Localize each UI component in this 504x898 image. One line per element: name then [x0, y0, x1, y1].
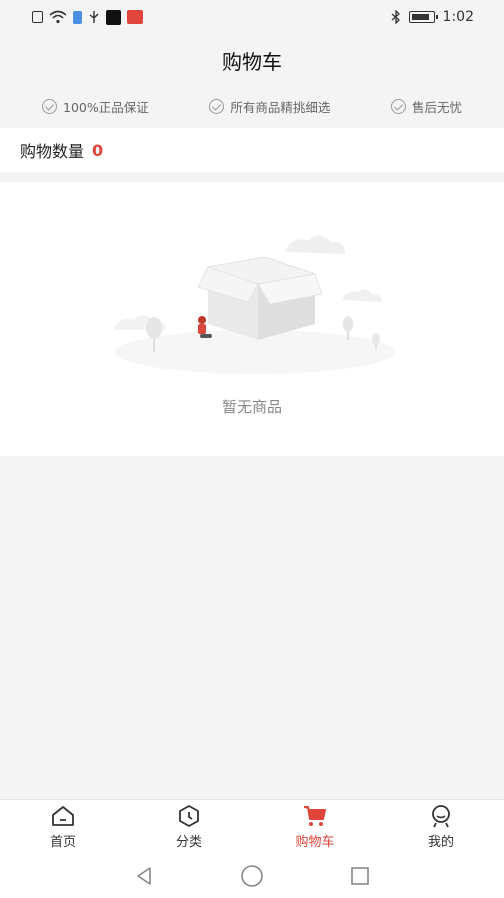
usb-icon	[89, 11, 99, 23]
status-time: 1:02	[442, 9, 474, 25]
sim-alert-icon	[32, 11, 43, 23]
tiktok-icon	[106, 9, 121, 25]
guarantee-label: 售后无忧	[411, 99, 462, 115]
category-icon	[179, 804, 199, 827]
check-circle-icon	[390, 98, 406, 114]
guarantee-item: 100%正品保证	[42, 97, 149, 116]
guarantee-item: 售后无忧	[390, 97, 462, 116]
page-title: 购物车	[0, 34, 504, 86]
cart-count-value: 0	[92, 140, 104, 160]
home-icon	[52, 805, 74, 826]
back-button[interactable]	[132, 864, 156, 888]
status-icons-right: 1:02	[391, 9, 474, 25]
recents-button[interactable]	[348, 864, 372, 888]
profile-icon	[432, 804, 450, 827]
check-circle-icon	[42, 98, 57, 114]
battery-icon	[408, 11, 438, 23]
guarantee-item: 所有商品精挑细选	[209, 97, 330, 116]
home-button[interactable]	[240, 864, 264, 888]
tab-home[interactable]: 首页	[0, 800, 126, 853]
tab-category[interactable]: 分类	[126, 800, 252, 853]
status-icons-left	[32, 9, 143, 25]
empty-box-illustration	[114, 235, 395, 374]
guarantee-label: 所有商品精挑细选	[230, 99, 331, 115]
bluetooth-icon	[391, 10, 400, 24]
back-triangle-icon	[137, 866, 151, 885]
check-circle-icon	[209, 98, 225, 114]
tab-label: 购物车	[295, 834, 335, 850]
battery-saver-icon	[73, 10, 82, 24]
empty-cart-panel: 暂无商品	[0, 182, 504, 456]
wifi-icon	[49, 10, 67, 24]
app-notification-icon	[127, 10, 143, 24]
tab-label: 首页	[49, 834, 76, 850]
tab-label: 我的	[427, 834, 454, 850]
empty-cart-text: 暂无商品	[221, 398, 282, 416]
cart-icon	[304, 805, 326, 826]
cart-count-label: 购物数量	[20, 142, 85, 161]
guarantee-bar: 100%正品保证 所有商品精挑细选 售后无忧	[0, 86, 504, 126]
bottom-tabbar: 首页 分类 购物车 我的	[0, 799, 504, 853]
guarantee-label: 100%正品保证	[63, 99, 149, 115]
system-navbar	[0, 853, 504, 898]
tab-profile[interactable]: 我的	[378, 800, 504, 853]
cart-count-bar: 购物数量 0	[0, 128, 504, 172]
status-bar: 1:02	[0, 0, 504, 34]
tab-label: 分类	[175, 834, 202, 850]
tab-cart[interactable]: 购物车	[252, 800, 378, 853]
recents-square-icon	[351, 866, 369, 885]
home-circle-icon	[241, 864, 263, 887]
